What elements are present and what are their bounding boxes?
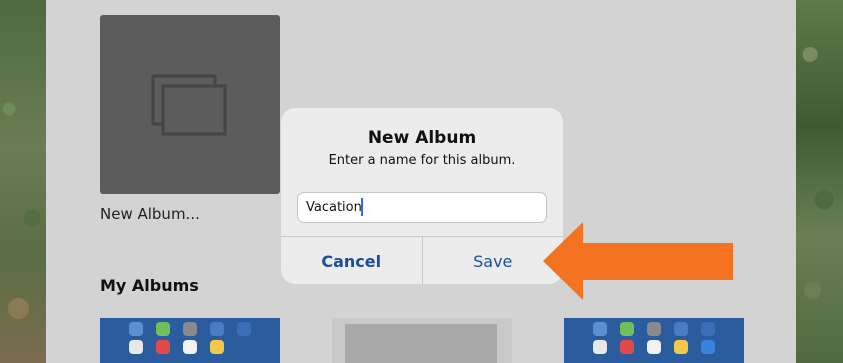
new-album-label[interactable]: New Album... (100, 205, 200, 223)
cancel-button[interactable]: Cancel (281, 237, 423, 284)
album-thumbnail[interactable] (332, 318, 512, 363)
album-name-input[interactable] (297, 192, 547, 223)
dialog-title: New Album (367, 128, 477, 148)
background-photo-right (796, 0, 843, 363)
my-albums-heading: My Albums (100, 276, 199, 295)
album-thumbnail[interactable] (100, 318, 280, 363)
new-album-dialog: New Album Enter a name for this album. C… (281, 108, 563, 284)
dialog-message: Enter a name for this album. (328, 153, 516, 168)
new-album-tile[interactable] (100, 15, 280, 194)
save-button[interactable]: Save (423, 237, 564, 284)
album-stack-icon (151, 74, 227, 136)
annotation-arrow-icon (543, 222, 733, 300)
text-caret (361, 198, 363, 216)
album-thumbnail[interactable] (564, 318, 744, 363)
dialog-button-row: Cancel Save (281, 236, 563, 284)
background-photo-left (0, 0, 46, 363)
